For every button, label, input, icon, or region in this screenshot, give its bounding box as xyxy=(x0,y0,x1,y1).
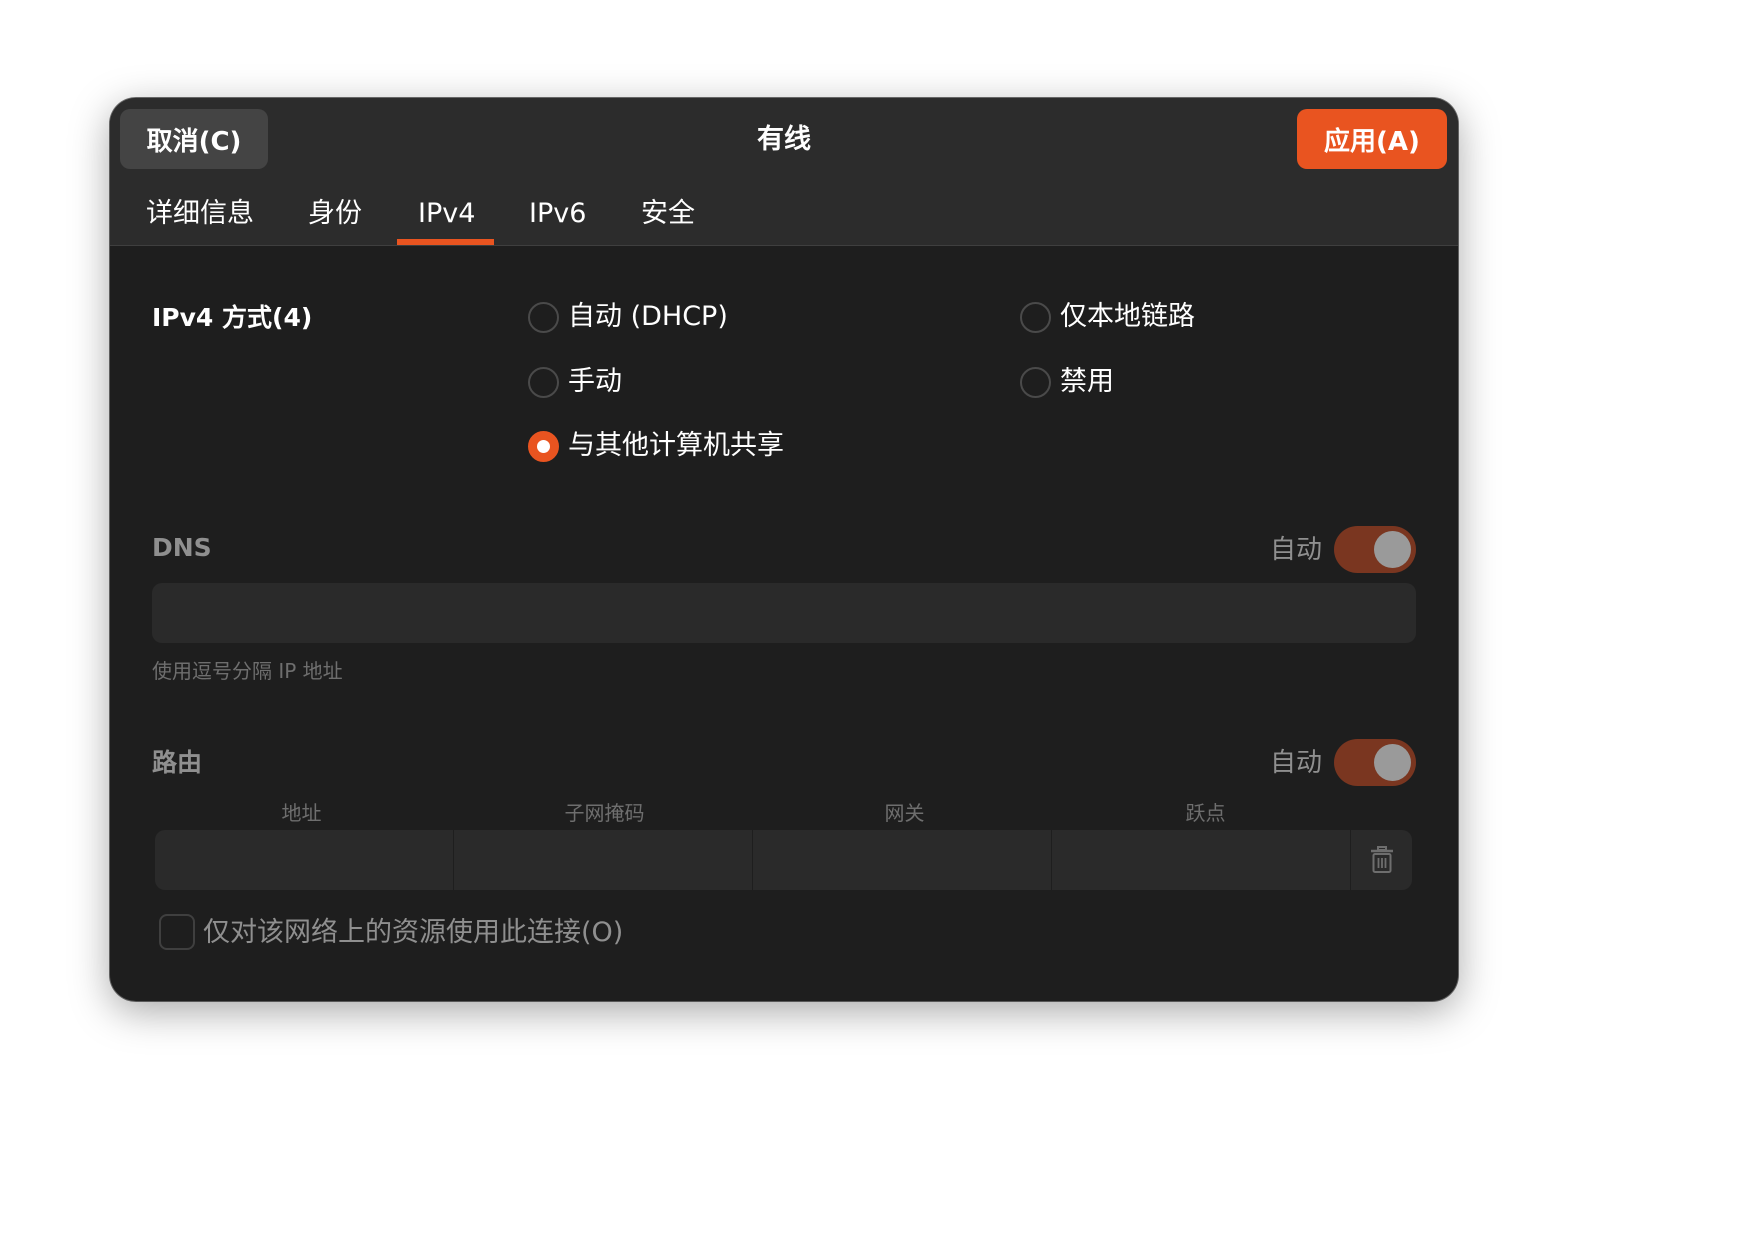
only-local-checkbox[interactable] xyxy=(159,914,195,950)
dns-input[interactable] xyxy=(152,583,1416,643)
route-gateway-input[interactable] xyxy=(753,830,1052,890)
route-netmask-input[interactable] xyxy=(454,830,753,890)
tab-selected-indicator xyxy=(397,239,494,245)
cancel-button[interactable]: 取消(C) xyxy=(120,109,268,169)
radio-manual-label: 手动 xyxy=(568,366,622,397)
routes-auto-label: 自动 xyxy=(1270,748,1323,778)
dns-label: DNS xyxy=(152,533,212,562)
column-address: 地址 xyxy=(281,801,322,825)
radio-circle xyxy=(528,366,559,398)
tab-ipv4[interactable]: IPv4 xyxy=(418,196,475,232)
dns-auto-label: 自动 xyxy=(1270,535,1323,565)
only-local-label: 仅对该网络上的资源使用此连接(O) xyxy=(203,917,624,948)
route-row xyxy=(155,830,1412,890)
radio-disabled[interactable]: 禁用 xyxy=(1020,364,1114,400)
column-gateway: 网关 xyxy=(884,801,925,825)
dialog-title: 有线 xyxy=(757,124,811,155)
delete-route-button[interactable] xyxy=(1352,830,1412,890)
route-address-input[interactable] xyxy=(155,830,454,890)
radio-circle xyxy=(1020,301,1051,333)
routes-label: 路由 xyxy=(152,748,203,777)
radio-shared-label: 与其他计算机共享 xyxy=(568,430,784,461)
tab-identity[interactable]: 身份 xyxy=(308,196,362,232)
dns-auto-switch[interactable] xyxy=(1334,526,1416,573)
column-netmask: 子网掩码 xyxy=(564,801,645,825)
radio-manual[interactable]: 手动 xyxy=(528,364,622,400)
radio-circle xyxy=(1020,366,1051,398)
tab-security[interactable]: 安全 xyxy=(641,196,695,232)
radio-disabled-label: 禁用 xyxy=(1060,366,1114,397)
connection-dialog: 取消(C) 有线 应用(A) 详细信息 身份 IPv4 IPv6 安全 IPv4… xyxy=(110,98,1458,1001)
ipv4-method-label: IPv4 方式(4) xyxy=(152,303,313,332)
radio-auto-dhcp-label: 自动 (DHCP) xyxy=(568,301,728,332)
trash-icon xyxy=(1371,846,1393,873)
apply-button[interactable]: 应用(A) xyxy=(1297,109,1447,169)
dns-hint: 使用逗号分隔 IP 地址 xyxy=(152,659,343,683)
switch-knob xyxy=(1374,744,1411,781)
radio-link-local[interactable]: 仅本地链路 xyxy=(1020,299,1195,335)
radio-auto-dhcp[interactable]: 自动 (DHCP) xyxy=(528,299,728,335)
tab-details[interactable]: 详细信息 xyxy=(146,196,254,232)
header-bar: 取消(C) 有线 应用(A) 详细信息 身份 IPv4 IPv6 安全 xyxy=(110,98,1458,246)
route-metric-input[interactable] xyxy=(1052,830,1351,890)
switch-knob xyxy=(1374,531,1411,568)
radio-circle-checked xyxy=(528,430,559,462)
routes-auto-switch[interactable] xyxy=(1334,739,1416,786)
column-metric: 跃点 xyxy=(1185,801,1226,825)
radio-link-local-label: 仅本地链路 xyxy=(1060,301,1195,332)
radio-circle xyxy=(528,301,559,333)
tab-ipv6[interactable]: IPv6 xyxy=(529,196,586,232)
radio-shared[interactable]: 与其他计算机共享 xyxy=(528,428,784,464)
